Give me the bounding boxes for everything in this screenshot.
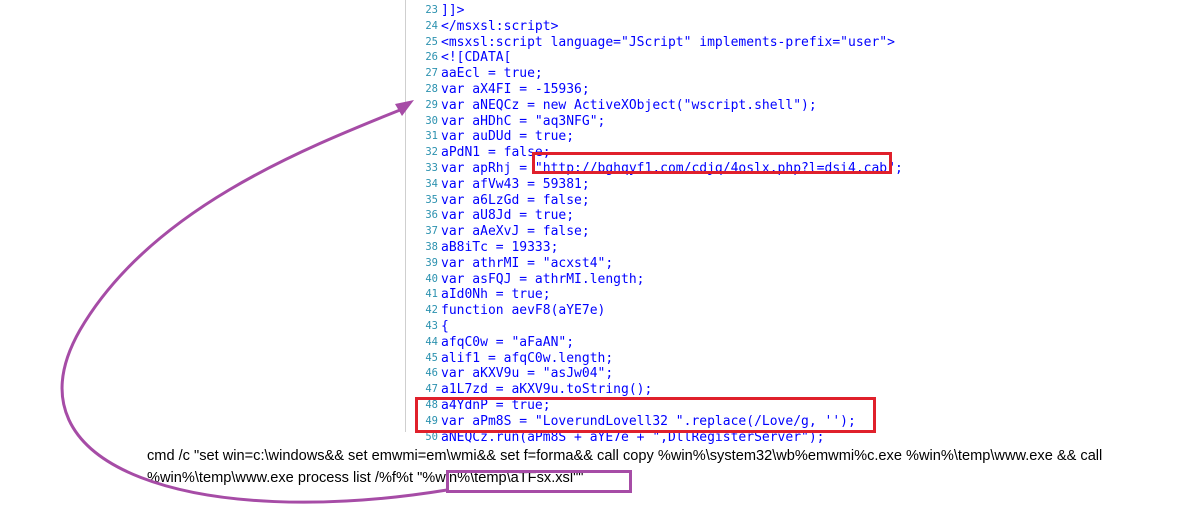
arrow-head bbox=[395, 100, 414, 116]
arrow-connector bbox=[60, 100, 448, 504]
arrow-curve bbox=[60, 106, 448, 504]
